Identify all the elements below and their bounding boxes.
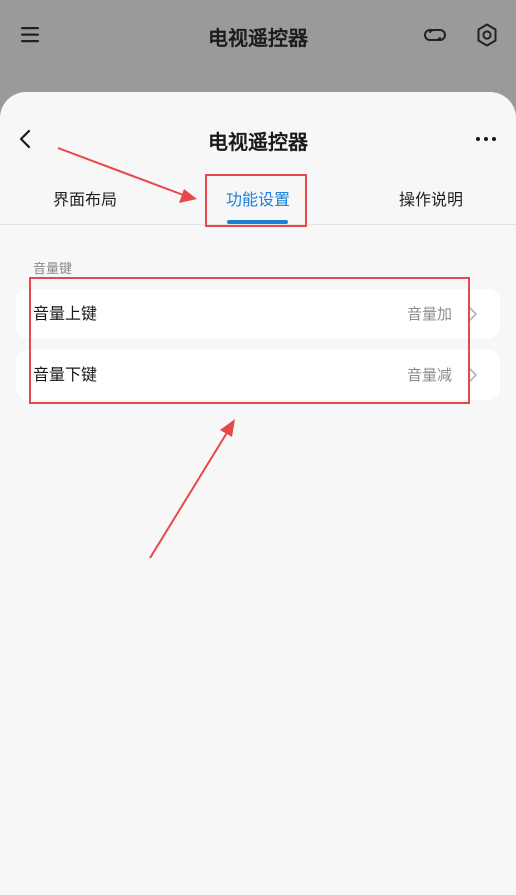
- tab-divider: [0, 224, 516, 225]
- chevron-right-icon: [468, 367, 478, 383]
- more-icon[interactable]: [474, 129, 498, 149]
- section-label-volume-keys: 音量键: [33, 262, 73, 277]
- list-item-volume-up[interactable]: 音量上键 音量加: [16, 289, 500, 339]
- list-item-volume-down[interactable]: 音量下键 音量减: [16, 350, 500, 400]
- list-item-label: 音量下键: [33, 365, 98, 384]
- sheet-title: 电视遥控器: [208, 130, 308, 154]
- list-item-value: 音量加: [406, 305, 452, 323]
- list-item-label: 音量上键: [33, 304, 98, 323]
- link-icon[interactable]: [422, 22, 448, 48]
- background-app-bar: 电视遥控器: [0, 0, 516, 92]
- tab-instructions[interactable]: 操作说明: [366, 182, 496, 226]
- list-item-value: 音量减: [406, 366, 452, 384]
- bottom-sheet: 电视遥控器 界面布局 功能设置 操作说明 音量键 音量上键 音量加 音量下键 音…: [0, 92, 516, 895]
- chevron-right-icon: [468, 306, 478, 322]
- tab-layout[interactable]: 界面布局: [20, 182, 150, 226]
- settings-icon[interactable]: [474, 22, 500, 48]
